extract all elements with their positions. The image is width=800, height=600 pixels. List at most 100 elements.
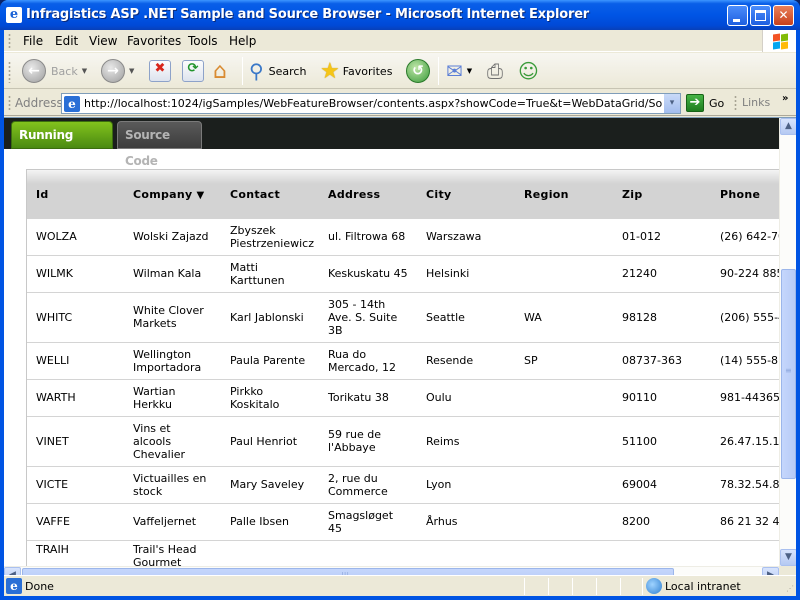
column-header-address[interactable]: Address <box>319 170 417 219</box>
cell-contact[interactable]: Paula Parente <box>221 342 319 380</box>
cell-city[interactable]: Oulu <box>417 379 515 417</box>
cell-region[interactable] <box>515 379 613 417</box>
vertical-scroll-thumb[interactable]: ≡ <box>781 269 796 479</box>
cell-address[interactable]: Torikatu 38 <box>319 379 417 417</box>
maximize-button[interactable] <box>750 5 771 26</box>
cell-city[interactable]: Resende <box>417 342 515 380</box>
address-dropdown-icon[interactable]: ▾ <box>663 94 680 113</box>
go-button[interactable]: ➔ Go <box>686 94 724 112</box>
table-row[interactable]: WELLI Wellington Importadora Paula Parente… <box>27 342 779 380</box>
cell-region[interactable]: WA <box>515 292 613 343</box>
print-button[interactable]: ⎙ <box>487 57 503 85</box>
table-row[interactable]: WHITC White Clover Markets Karl Jablonski 3… <box>27 292 779 343</box>
cell-id[interactable]: WOLZA <box>27 219 124 256</box>
forward-dropdown-icon[interactable]: ▼ <box>129 67 134 75</box>
mail-dropdown-icon[interactable]: ▼ <box>467 67 472 75</box>
column-header-phone[interactable]: Phone <box>711 170 779 219</box>
cell-phone[interactable]: (26) 642-7012 <box>711 219 779 256</box>
table-row[interactable]: VICTE Victuailles en stock Mary Saveley 2, … <box>27 466 779 504</box>
cell-region[interactable]: SP <box>515 342 613 380</box>
address-url[interactable]: http://localhost:1024/igSamples/WebFeatu… <box>84 97 664 110</box>
cell-contact[interactable]: Pirkko Koskitalo <box>221 379 319 417</box>
scroll-up-button[interactable]: ▲ <box>780 118 796 135</box>
cell-phone[interactable]: 78.32.54.86 <box>711 466 779 504</box>
title-bar[interactable]: e Infragistics ASP .NET Sample and Sourc… <box>0 0 800 30</box>
cell-phone[interactable]: (206) 555-4112 <box>711 292 779 343</box>
column-header-city[interactable]: City <box>417 170 515 219</box>
table-row[interactable]: VAFFE Vaffeljernet Palle Ibsen Smagsløget 4… <box>27 503 779 541</box>
scroll-down-button[interactable]: ▼ <box>780 549 796 566</box>
cell-company[interactable]: Vaffeljernet <box>124 503 221 541</box>
menu-view[interactable]: View <box>89 34 117 48</box>
cell-contact[interactable]: Paul Henriot <box>221 416 319 467</box>
cell-company[interactable]: Victuailles en stock <box>124 466 221 504</box>
cell-id[interactable]: VICTE <box>27 466 124 504</box>
cell-city[interactable]: Seattle <box>417 292 515 343</box>
column-header-region[interactable]: Region <box>515 170 613 219</box>
menu-tools[interactable]: Tools <box>188 34 218 48</box>
table-row[interactable]: VINET Vins et alcools Chevalier Paul Henri… <box>27 416 779 467</box>
column-header-zip[interactable]: Zip <box>613 170 711 219</box>
cell-city[interactable]: Warszawa <box>417 219 515 256</box>
cell-address[interactable]: Rua do Mercado, 12 <box>319 342 417 380</box>
toolbar-grip[interactable] <box>8 61 11 83</box>
column-header-contact[interactable]: Contact <box>221 170 319 219</box>
minimize-button[interactable] <box>727 5 748 26</box>
cell-phone[interactable]: 86 21 32 43 <box>711 503 779 541</box>
tab-source-code[interactable]: Source Code <box>117 121 202 168</box>
cell-address[interactable]: Keskuskatu 45 <box>319 255 417 293</box>
cell-city[interactable]: Helsinki <box>417 255 515 293</box>
menu-favorites[interactable]: Favorites <box>127 34 181 48</box>
menu-help[interactable]: Help <box>229 34 256 48</box>
menu-file[interactable]: File <box>23 34 43 48</box>
cell-phone[interactable]: 90-224 8858 <box>711 255 779 293</box>
cell-zip[interactable]: 51100 <box>613 416 711 467</box>
tab-running-sample[interactable]: Running Sample <box>11 121 113 168</box>
address-input[interactable]: e http://localhost:1024/igSamples/WebFea… <box>61 93 681 114</box>
cell-id[interactable]: VAFFE <box>27 503 124 541</box>
cell-id[interactable]: WELLI <box>27 342 124 380</box>
cell-company[interactable]: White Clover Markets <box>124 292 221 343</box>
links-chevron-icon[interactable]: » <box>782 93 788 104</box>
cell-address[interactable]: 59 rue de l'Abbaye <box>319 416 417 467</box>
vertical-scrollbar[interactable]: ▲ ≡ ▼ <box>779 118 796 566</box>
cell-city[interactable]: Reims <box>417 416 515 467</box>
cell-region[interactable] <box>515 466 613 504</box>
cell-id[interactable]: WILMK <box>27 255 124 293</box>
resize-grip-icon[interactable]: ⋰ <box>786 584 794 593</box>
stop-button[interactable]: ✖ <box>149 57 171 85</box>
cell-zip[interactable]: 69004 <box>613 466 711 504</box>
messenger-button[interactable]: ☺ <box>518 57 539 85</box>
column-header-company[interactable]: Company ▼ <box>124 170 221 219</box>
table-row[interactable]: WILMK Wilman Kala Matti Karttunen Keskuskat… <box>27 255 779 293</box>
links-label[interactable]: Links <box>742 96 770 109</box>
cell-contact[interactable]: Zbyszek Piestrzeniewicz <box>221 219 319 256</box>
table-row[interactable]: WOLZA Wolski Zajazd Zbyszek Piestrzeniewic… <box>27 219 779 256</box>
cell-phone[interactable]: 26.47.15.10 <box>711 416 779 467</box>
cell-id[interactable]: WARTH <box>27 379 124 417</box>
cell-company[interactable]: Wartian Herkku <box>124 379 221 417</box>
cell-zip[interactable]: 21240 <box>613 255 711 293</box>
column-header-id[interactable]: Id <box>27 170 124 219</box>
back-button[interactable]: ← Back ▼ <box>22 57 87 85</box>
mail-button[interactable]: ✉ ▼ <box>446 57 472 85</box>
menu-edit[interactable]: Edit <box>55 34 78 48</box>
cell-address[interactable]: 2, rue du Commerce <box>319 466 417 504</box>
cell-zip[interactable]: 98128 <box>613 292 711 343</box>
cell-contact[interactable]: Palle Ibsen <box>221 503 319 541</box>
cell-city[interactable]: Århus <box>417 503 515 541</box>
cell-region[interactable] <box>515 255 613 293</box>
home-button[interactable]: ⌂ <box>213 57 227 85</box>
cell-zip[interactable]: 08737-363 <box>613 342 711 380</box>
close-button[interactable]: ✕ <box>773 5 794 26</box>
cell-company[interactable]: Wellington Importadora <box>124 342 221 380</box>
cell-region[interactable] <box>515 416 613 467</box>
cell-city[interactable]: Lyon <box>417 466 515 504</box>
cell-contact[interactable]: Karl Jablonski <box>221 292 319 343</box>
refresh-button[interactable]: ⟳ <box>182 57 204 85</box>
cell-phone[interactable]: 981-443655 <box>711 379 779 417</box>
cell-zip[interactable]: 8200 <box>613 503 711 541</box>
cell-contact[interactable]: Matti Karttunen <box>221 255 319 293</box>
cell-id[interactable]: VINET <box>27 416 124 467</box>
cell-address[interactable]: ul. Filtrowa 68 <box>319 219 417 256</box>
